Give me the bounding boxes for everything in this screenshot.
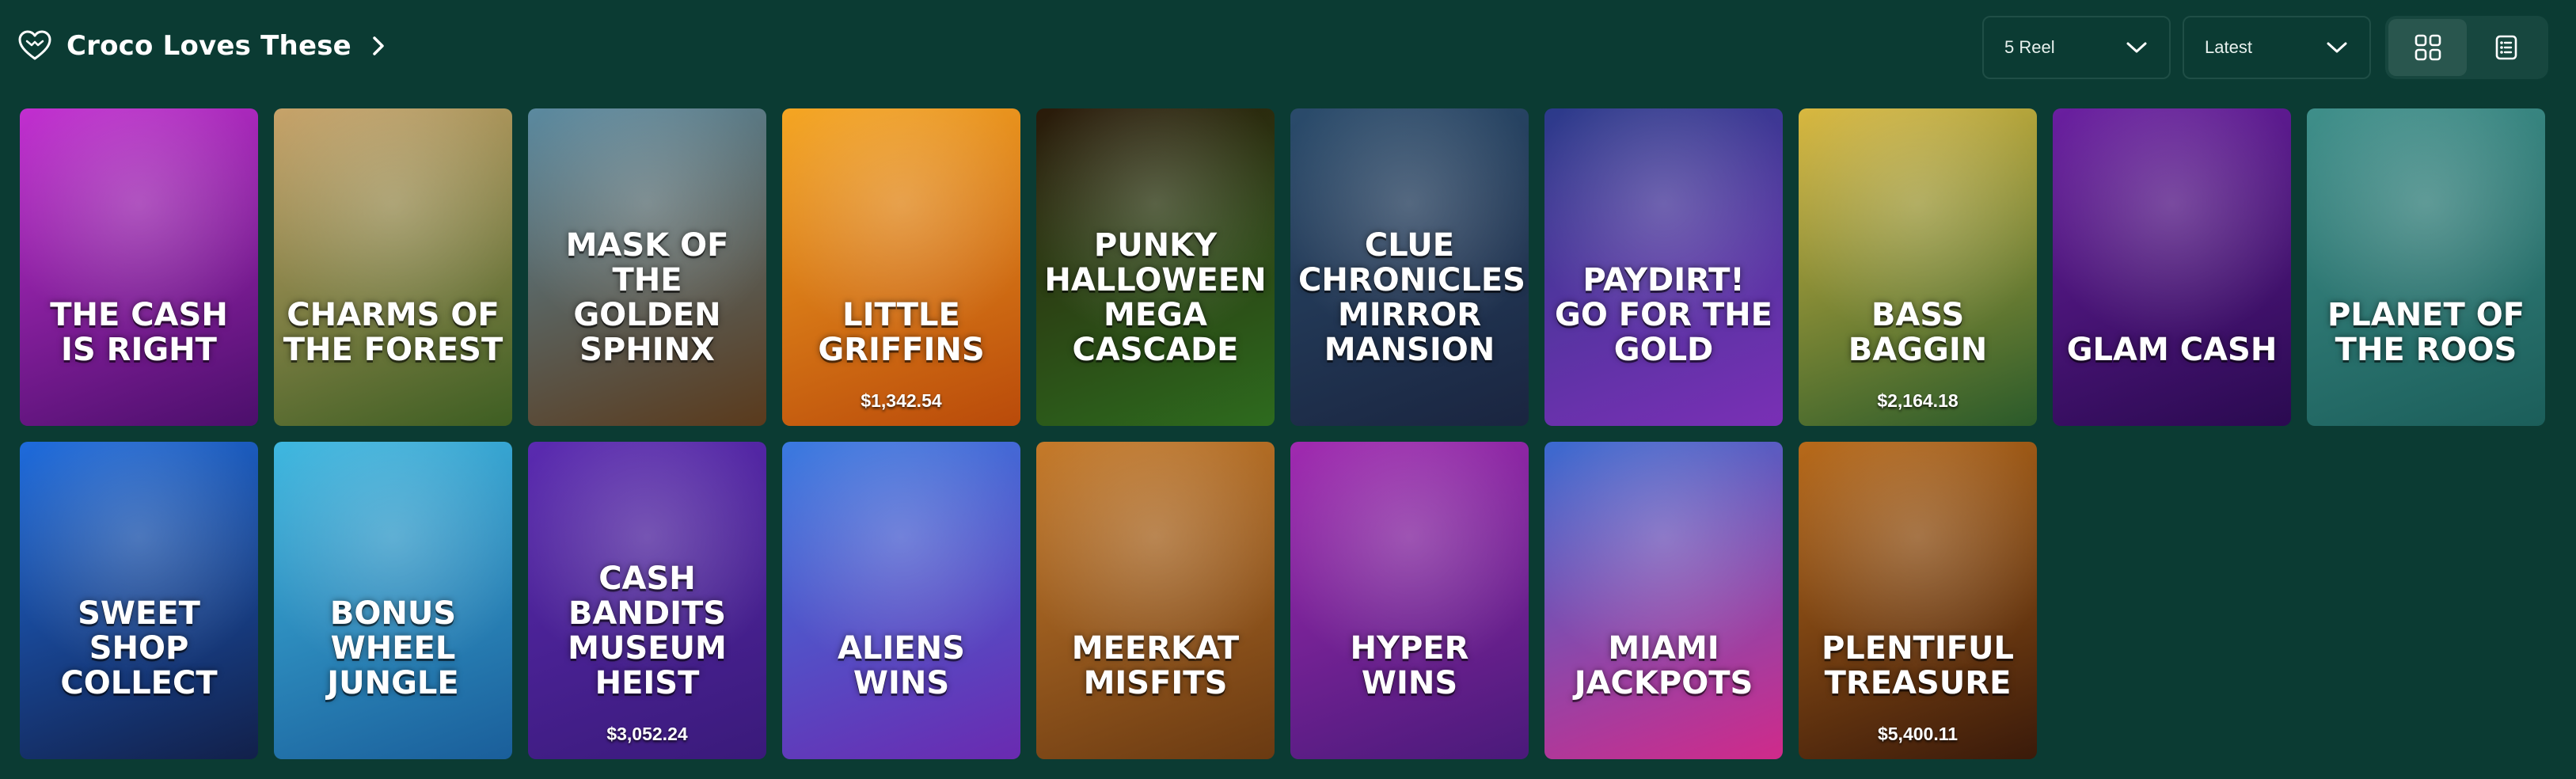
game-title: Punky Halloween Mega Cascade <box>1044 227 1267 368</box>
jackpot-amount: $3,052.24 <box>606 724 688 744</box>
game-title: Bonus Wheel Jungle <box>327 595 459 701</box>
game-thumbnail <box>1036 442 1275 759</box>
game-card[interactable]: Little Griffins $1,342.54 <box>782 108 1020 426</box>
game-card[interactable]: Plentiful Treasure $5,400.11 <box>1799 442 2037 759</box>
game-thumbnail <box>782 442 1020 759</box>
game-title: The Cash is Right <box>50 297 228 368</box>
game-card[interactable]: The Cash is Right <box>20 108 258 426</box>
game-title: Mask of the Golden Sphinx <box>565 227 729 368</box>
game-title: Meerkat Misfits <box>1071 630 1240 701</box>
game-thumbnail <box>20 108 258 426</box>
game-card[interactable]: Aliens Wins <box>782 442 1020 759</box>
game-card[interactable]: Glam Cash <box>2053 108 2291 426</box>
game-thumbnail <box>782 108 1020 426</box>
game-card[interactable]: Meerkat Misfits <box>1036 442 1275 759</box>
game-card[interactable]: Punky Halloween Mega Cascade <box>1036 108 1275 426</box>
game-grid: The Cash is Right Charms of the Forest Mas… <box>0 0 2576 779</box>
game-title: Cash Bandits Museum Heist <box>568 560 727 701</box>
game-thumbnail <box>1544 442 1783 759</box>
jackpot-amount: $1,342.54 <box>861 390 942 411</box>
game-card[interactable]: Bonus Wheel Jungle <box>274 442 512 759</box>
game-title: Plentiful Treasure <box>1821 630 2015 701</box>
game-thumbnail <box>1290 442 1529 759</box>
game-title: Sweet Shop Collect <box>60 595 218 701</box>
game-card[interactable]: Mask of the Golden Sphinx <box>528 108 766 426</box>
game-thumbnail <box>2307 108 2545 426</box>
game-title: Little Griffins <box>818 297 985 368</box>
game-card[interactable]: Bass Baggin $2,164.18 <box>1799 108 2037 426</box>
game-card[interactable]: Charms of the Forest <box>274 108 512 426</box>
jackpot-amount: $5,400.11 <box>1877 724 1959 744</box>
game-title: Aliens Wins <box>838 630 965 701</box>
game-title: Hyper Wins <box>1350 630 1469 701</box>
game-title: Clue Chronicles Mirror Mansion <box>1298 227 1525 368</box>
game-thumbnail <box>274 108 512 426</box>
game-card[interactable]: Cash Bandits Museum Heist $3,052.24 <box>528 442 766 759</box>
jackpot-amount: $2,164.18 <box>1877 390 1959 411</box>
game-card[interactable]: Planet of the Roos <box>2307 108 2545 426</box>
game-title: Paydirt! Go for the Gold <box>1555 262 1772 368</box>
game-card[interactable]: Miami Jackpots <box>1544 442 1783 759</box>
game-thumbnail <box>1799 442 2037 759</box>
game-thumbnail <box>2053 108 2291 426</box>
game-title: Glam Cash <box>2066 332 2278 368</box>
game-card[interactable]: Paydirt! Go for the Gold <box>1544 108 1783 426</box>
game-title: Planet of the Roos <box>2327 297 2525 368</box>
game-title: Miami Jackpots <box>1574 630 1753 701</box>
game-title: Bass Baggin <box>1848 297 1988 368</box>
game-title: Charms of the Forest <box>283 297 503 368</box>
game-card[interactable]: Clue Chronicles Mirror Mansion <box>1290 108 1529 426</box>
game-thumbnail <box>1799 108 2037 426</box>
game-card[interactable]: Hyper Wins <box>1290 442 1529 759</box>
game-card[interactable]: Sweet Shop Collect <box>20 442 258 759</box>
